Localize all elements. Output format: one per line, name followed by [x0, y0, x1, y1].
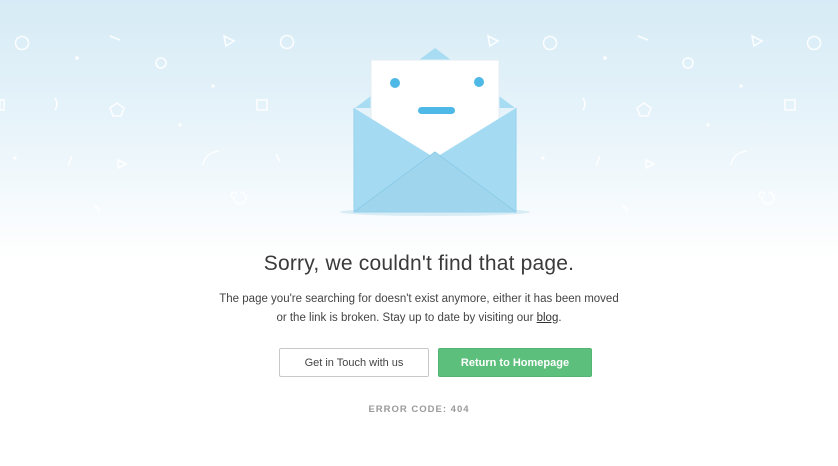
return-home-button[interactable]: Return to Homepage — [438, 348, 592, 377]
page-title: Sorry, we couldn't find that page. — [263, 252, 575, 275]
error-code: ERROR CODE: 404 — [368, 404, 470, 415]
contact-button[interactable]: Get in Touch with us — [279, 348, 429, 377]
blog-link[interactable]: blog — [537, 312, 559, 324]
description-end: . — [558, 312, 562, 324]
page-description: The page you're searching for doesn't ex… — [219, 290, 619, 328]
sad-envelope-icon — [340, 48, 530, 216]
